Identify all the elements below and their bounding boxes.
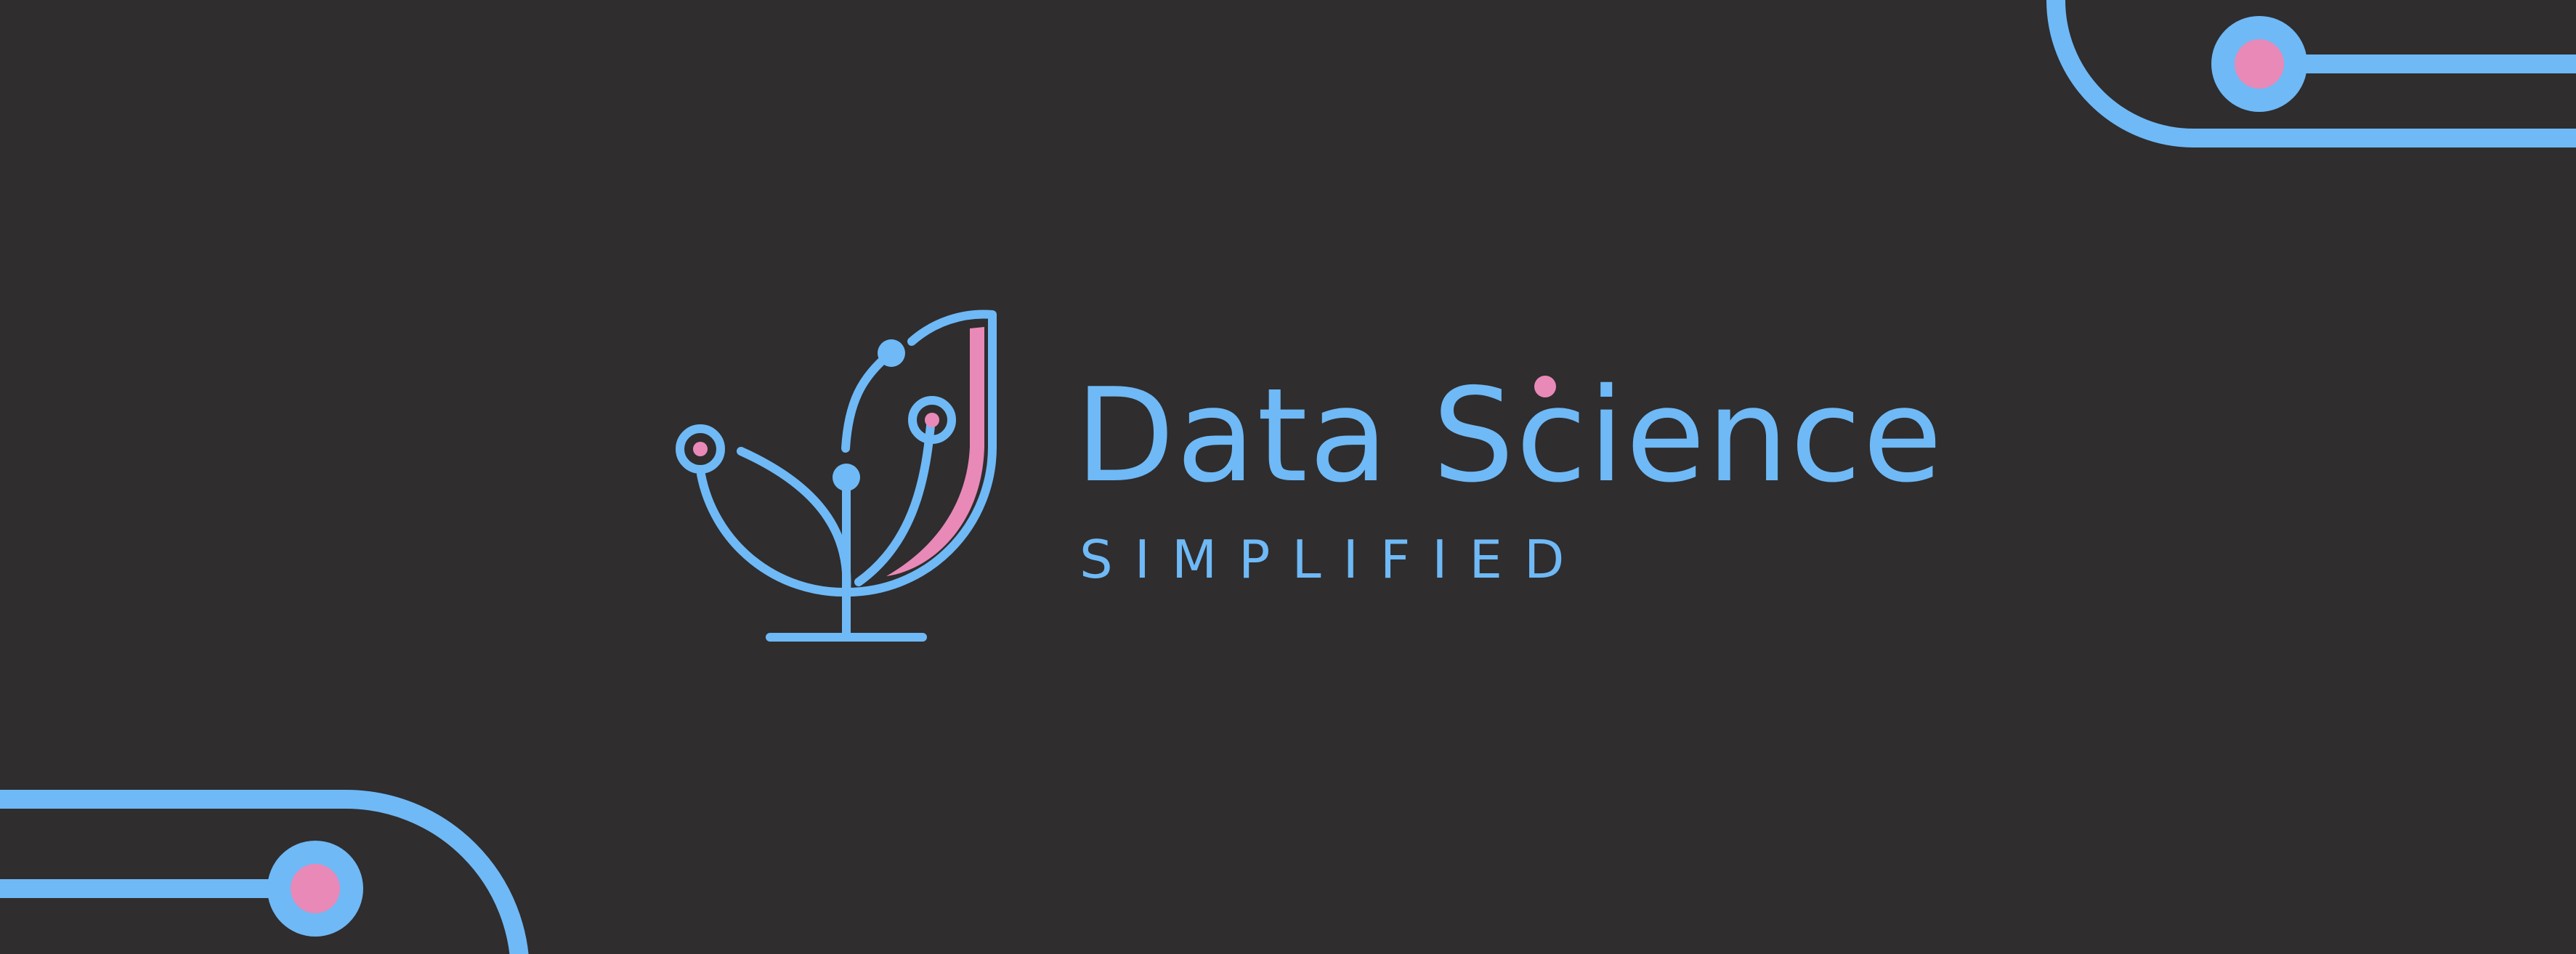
accent-dot [1534, 376, 1556, 397]
brand-title: Data Science [1075, 360, 1944, 511]
banner: Data Science SIMPLIFIED [0, 0, 2576, 954]
brand-subtitle: SIMPLIFIED [1080, 529, 1587, 590]
circuit-trace-icon [2046, 0, 2576, 147]
wordmark: Data Science SIMPLIFIED [1075, 356, 1943, 661]
logo: Data Science SIMPLIFIED [654, 287, 1943, 665]
circuit-trace-icon [0, 790, 529, 954]
plant-sprout-icon [676, 310, 997, 642]
